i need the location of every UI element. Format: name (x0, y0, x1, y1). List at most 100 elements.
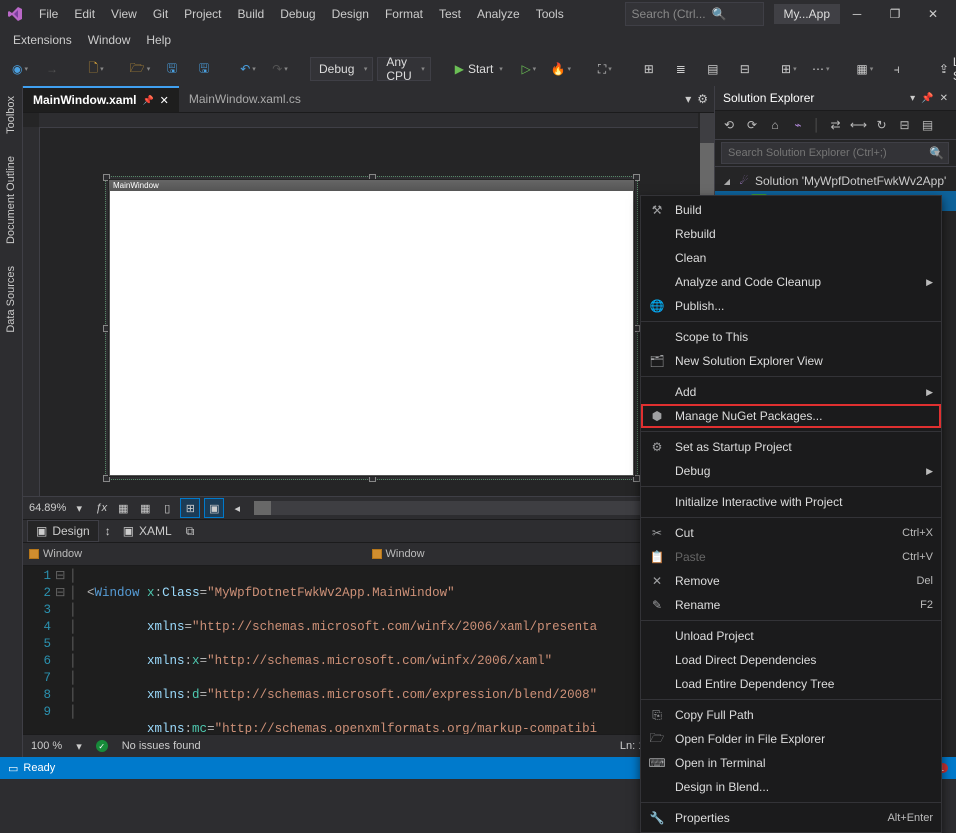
breadcrumb-b[interactable]: Window (372, 548, 425, 560)
save-button[interactable]: 🖫 (158, 57, 186, 81)
nav-back-button[interactable]: ◉ (6, 57, 34, 81)
ctx-rename[interactable]: ✎RenameF2 (641, 593, 941, 617)
expand-icon[interactable]: ◢ (721, 177, 733, 186)
se-search-input[interactable] (721, 142, 949, 164)
panel-dropdown-icon[interactable]: ▾ (910, 93, 915, 104)
window-close-icon[interactable]: ✕ (916, 2, 950, 26)
toolbar-btn-b[interactable]: ⊞ (635, 57, 663, 81)
swap-panes-icon[interactable]: ↕ (105, 524, 111, 538)
ctx-scope-to-this[interactable]: Scope to This (641, 325, 941, 349)
toolbar-btn-h[interactable]: ▦ (851, 57, 879, 81)
grid-toggle-b[interactable]: ▦ (136, 499, 154, 517)
menu-format[interactable]: Format (378, 4, 430, 24)
panel-close-icon[interactable]: ✕ (940, 93, 948, 104)
ctx-load-direct-dependencies[interactable]: Load Direct Dependencies (641, 648, 941, 672)
zoom-pct[interactable]: 100 % (31, 740, 62, 752)
xaml-code-editor[interactable]: 123 456 789 ⊟⊟ │││││││││ <Window x:Class… (23, 566, 714, 734)
menu-git[interactable]: Git (146, 4, 175, 24)
se-back-icon[interactable]: ⟲ (721, 117, 737, 133)
menu-extensions[interactable]: Extensions (6, 30, 79, 50)
hot-reload-button[interactable]: 🔥 (547, 57, 575, 81)
solution-platform-combo[interactable]: Any CPU (377, 57, 430, 81)
output-icon[interactable]: ▭ (8, 762, 18, 775)
search-dropdown-icon[interactable]: ▾ (934, 146, 940, 160)
close-icon[interactable]: ✕ (160, 94, 169, 107)
device-toggle[interactable]: ▣ (204, 498, 224, 518)
open-file-button[interactable]: 🗁 (126, 57, 154, 81)
toolbar-btn-d[interactable]: ▤ (699, 57, 727, 81)
start-debug-button[interactable]: ▶ Start (447, 62, 511, 76)
toolbar-btn-e[interactable]: ⊟ (731, 57, 759, 81)
ctx-open-in-terminal[interactable]: ⌨Open in Terminal (641, 751, 941, 775)
tab-mainwindow-xaml-cs[interactable]: MainWindow.xaml.cs (179, 86, 311, 112)
ctx-publish[interactable]: 🌐Publish... (641, 294, 941, 318)
se-showall-icon[interactable]: ▤ (920, 117, 936, 133)
grid-toggle-a[interactable]: ▦ (114, 499, 132, 517)
menu-build[interactable]: Build (231, 4, 272, 24)
ctx-build[interactable]: ⚒Build (641, 198, 941, 222)
toolbar-btn-i[interactable]: ⫞ (883, 57, 911, 81)
menu-test[interactable]: Test (432, 4, 468, 24)
undo-button[interactable]: ↶ (234, 57, 262, 81)
menu-tools[interactable]: Tools (529, 4, 571, 24)
toolbar-btn-g[interactable]: ⋯ (807, 57, 835, 81)
nav-forward-button[interactable]: → (38, 57, 66, 81)
toolbar-btn-a[interactable]: ⛶ (591, 57, 619, 81)
ctx-set-as-startup-project[interactable]: ⚙Set as Startup Project (641, 435, 941, 459)
xaml-tab[interactable]: ▣ XAML (115, 521, 180, 541)
fx-button[interactable]: ƒx (92, 499, 110, 517)
menu-file[interactable]: File (32, 4, 65, 24)
ctx-rebuild[interactable]: Rebuild (641, 222, 941, 246)
toolbar-btn-c[interactable]: ≣ (667, 57, 695, 81)
se-fwd-icon[interactable]: ⟳ (744, 117, 760, 133)
window-minimize-icon[interactable]: ─ (840, 2, 874, 26)
se-filter-icon[interactable]: ⟷ (851, 117, 867, 133)
tab-mainwindow-xaml[interactable]: MainWindow.xaml 📌 ✕ (23, 86, 179, 112)
start-without-debug-button[interactable]: ▷ (515, 57, 543, 81)
ctx-debug[interactable]: Debug▶ (641, 459, 941, 483)
menu-debug[interactable]: Debug (273, 4, 322, 24)
menu-help[interactable]: Help (139, 30, 178, 50)
ctx-properties[interactable]: 🔧PropertiesAlt+Enter (641, 806, 941, 830)
h-scroll-left[interactable]: ◂ (228, 499, 246, 517)
ctx-analyze-and-code-cleanup[interactable]: Analyze and Code Cleanup▶ (641, 270, 941, 294)
ctx-copy-full-path[interactable]: ⎘Copy Full Path (641, 703, 941, 727)
menu-edit[interactable]: Edit (67, 4, 102, 24)
live-share-button[interactable]: ⇪ Live Share (931, 55, 956, 83)
snapline-toggle[interactable]: ⊞ (180, 498, 200, 518)
popout-icon[interactable]: ⧉ (186, 524, 195, 539)
menu-window[interactable]: Window (81, 30, 138, 50)
menu-view[interactable]: View (104, 4, 144, 24)
ctx-load-entire-dependency-tree[interactable]: Load Entire Dependency Tree (641, 672, 941, 696)
menu-design[interactable]: Design (325, 4, 376, 24)
ctx-unload-project[interactable]: Unload Project (641, 624, 941, 648)
menu-analyze[interactable]: Analyze (470, 4, 527, 24)
ctx-new-solution-explorer-view[interactable]: 🗂New Solution Explorer View (641, 349, 941, 373)
snap-toggle[interactable]: ▯ (158, 499, 176, 517)
solution-name-chip[interactable]: My...App (774, 4, 840, 24)
issues-label[interactable]: No issues found (122, 740, 201, 752)
toolbox-tab[interactable]: Toolbox (5, 90, 17, 140)
ctx-manage-nuget-packages[interactable]: ⬢Manage NuGet Packages... (641, 404, 941, 428)
ctx-clean[interactable]: Clean (641, 246, 941, 270)
title-search[interactable]: Search (Ctrl... 🔍 (625, 2, 764, 26)
se-refresh-icon[interactable]: ↻ (874, 117, 890, 133)
tab-settings-icon[interactable]: ⚙ (697, 92, 708, 106)
zoom-dropdown[interactable]: ▾ (76, 740, 82, 753)
document-outline-tab[interactable]: Document Outline (5, 150, 17, 250)
breadcrumb-a[interactable]: Window (29, 548, 82, 560)
tab-overflow-icon[interactable]: ▾ (685, 92, 691, 106)
ctx-remove[interactable]: ✕RemoveDel (641, 569, 941, 593)
se-home-icon[interactable]: ⌂ (767, 117, 783, 133)
ctx-add[interactable]: Add▶ (641, 380, 941, 404)
se-collapse-icon[interactable]: ⊟ (897, 117, 913, 133)
ctx-initialize-interactive-with-project[interactable]: Initialize Interactive with Project (641, 490, 941, 514)
code-content[interactable]: <Window x:Class="MyWpfDotnetFwkWv2App.Ma… (83, 566, 714, 734)
zoom-level[interactable]: 64.89% (29, 502, 66, 514)
xaml-designer[interactable]: MainWindow (23, 113, 714, 497)
redo-button[interactable]: ↷ (266, 57, 294, 81)
solution-node[interactable]: ◢ ☄ Solution 'MyWpfDotnetFwkWv2App' (715, 171, 956, 191)
design-tab[interactable]: ▣ Design (27, 520, 99, 542)
panel-pin-icon[interactable]: 📌 (921, 93, 933, 104)
toolbar-btn-f[interactable]: ⊞ (775, 57, 803, 81)
